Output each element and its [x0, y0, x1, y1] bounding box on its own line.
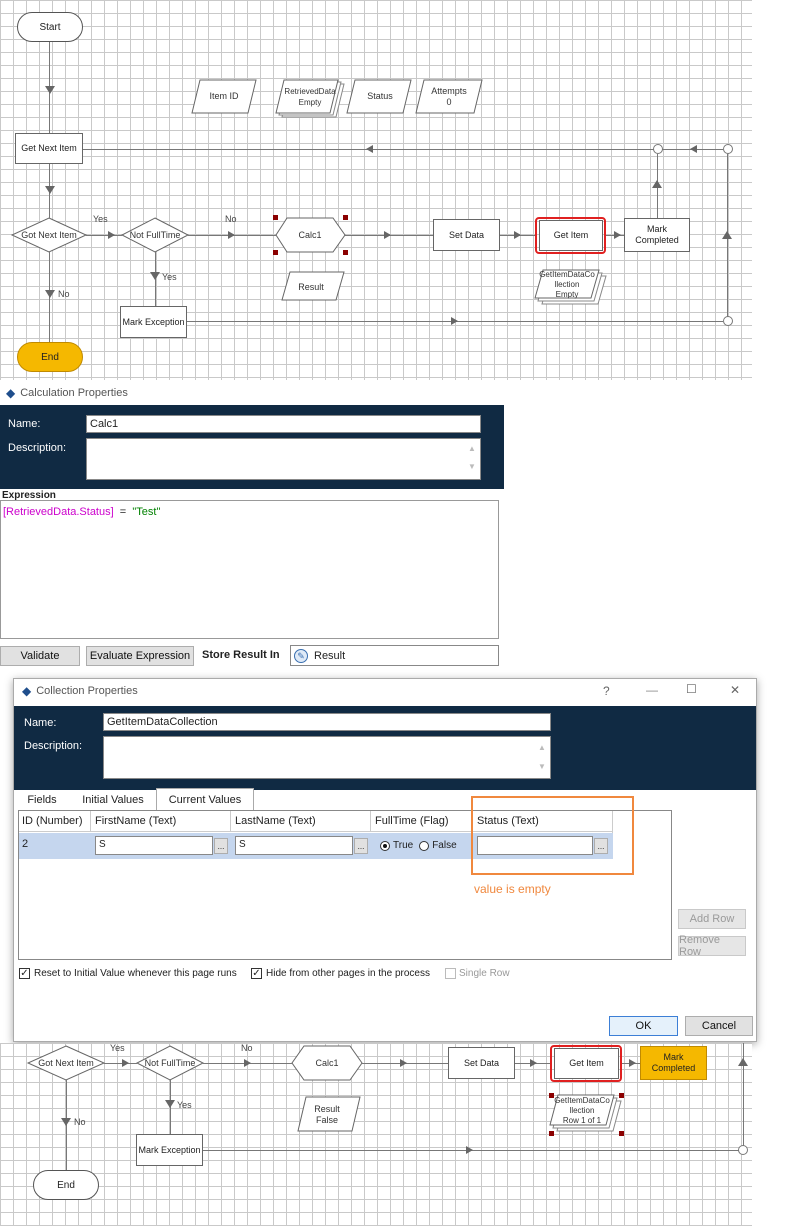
single-row-label: Single Row	[459, 968, 510, 979]
description-scrollbar[interactable]: ▲ ▼	[465, 440, 479, 478]
get-item-data-collection[interactable]: GetItemDataCo llection Empty	[536, 270, 598, 300]
mark-completed-action-2[interactable]: Mark Completed	[640, 1046, 707, 1080]
got-next-item-decision[interactable]: Got Next Item	[12, 230, 86, 241]
minimize-button[interactable]: —	[646, 683, 658, 697]
tab-current-values[interactable]: Current Values	[156, 788, 254, 810]
result-data-2[interactable]: Result False	[300, 1104, 354, 1126]
not-fulltime-decision-2[interactable]: Not FullTime	[137, 1058, 203, 1069]
item-id-data[interactable]: Item ID	[196, 91, 252, 102]
store-result-label: Store Result In	[202, 649, 280, 661]
set-data-action[interactable]: Set Data	[433, 219, 500, 251]
data-item-icon: ✎	[294, 648, 308, 663]
col-firstname-header: FirstName (Text)	[95, 815, 177, 827]
col-lastname-header: LastName (Text)	[235, 815, 316, 827]
status-highlight-annotation	[471, 796, 634, 875]
remove-row-button[interactable]: Remove Row	[678, 934, 746, 958]
tab-initial-values[interactable]: Initial Values	[72, 790, 154, 810]
blueprism-logo-icon: ◆	[6, 386, 16, 400]
set-data-action-2[interactable]: Set Data	[448, 1047, 515, 1079]
get-item-highlight-2	[550, 1045, 622, 1082]
firstname-ellipsis-button[interactable]: ...	[214, 838, 228, 854]
collection-title: ◆ Collection Properties	[22, 684, 138, 698]
hide-from-pages-label: Hide from other pages in the process	[266, 968, 430, 979]
reset-initial-value-label: Reset to Initial Value whenever this pag…	[34, 968, 237, 979]
status-data[interactable]: Status	[352, 91, 408, 102]
firstname-cell-input[interactable]: S	[95, 836, 213, 855]
end-stage[interactable]: End	[17, 342, 83, 372]
collection-description-input[interactable]	[103, 736, 551, 779]
collection-name-input[interactable]: GetItemDataCollection	[103, 713, 551, 731]
validate-button[interactable]: Validate	[0, 646, 80, 666]
close-button[interactable]: ✕	[730, 683, 740, 697]
get-item-data-collection-2[interactable]: GetItemDataCo llection Row 1 of 1	[551, 1096, 613, 1126]
mark-exception-action[interactable]: Mark Exception	[120, 306, 187, 338]
calc-properties-title: ◆ Calculation Properties	[6, 386, 128, 400]
maximize-button[interactable]: ☐	[686, 682, 697, 696]
cancel-button[interactable]: Cancel	[685, 1016, 753, 1036]
add-row-button[interactable]: Add Row	[678, 909, 746, 929]
annotation-text: value is empty	[474, 882, 551, 896]
false-radio[interactable]	[419, 840, 430, 851]
store-result-input[interactable]: ✎ Result	[290, 645, 499, 666]
collection-description-scrollbar[interactable]: ▲ ▼	[535, 738, 549, 778]
calc-description-input[interactable]	[86, 438, 481, 480]
ok-button[interactable]: OK	[609, 1016, 678, 1036]
single-row-checkbox[interactable]	[445, 968, 456, 979]
calc1-stage[interactable]: Calc1	[282, 230, 338, 241]
get-item-highlight	[535, 217, 606, 254]
end-stage-2[interactable]: End	[33, 1170, 99, 1200]
tab-fields[interactable]: Fields	[20, 790, 64, 810]
retrieved-data-collection[interactable]: RetrievedData Empty	[280, 86, 340, 108]
calc-name-input[interactable]: Calc1	[86, 415, 481, 433]
reset-initial-value-checkbox[interactable]: ✓	[19, 968, 30, 979]
col-fulltime-header: FullTime (Flag)	[375, 815, 449, 827]
lastname-ellipsis-button[interactable]: ...	[354, 838, 368, 854]
evaluate-expression-button[interactable]: Evaluate Expression	[86, 646, 194, 666]
row-id-cell: 2	[22, 838, 29, 850]
calc1-stage-2[interactable]: Calc1	[298, 1058, 356, 1069]
not-fulltime-decision[interactable]: Not FullTime	[122, 230, 188, 241]
get-next-item-action[interactable]: Get Next Item	[15, 133, 83, 164]
attempts-data[interactable]: Attempts 0	[420, 86, 478, 108]
help-button[interactable]: ?	[603, 684, 610, 698]
expression-editor[interactable]: [RetrievedData.Status] = "Test"	[0, 500, 499, 639]
got-next-item-decision-2[interactable]: Got Next Item	[28, 1058, 104, 1069]
true-radio[interactable]	[380, 840, 390, 851]
lastname-cell-input[interactable]: S	[235, 836, 353, 855]
blueprism-logo-icon: ◆	[22, 684, 32, 698]
hide-from-pages-checkbox[interactable]: ✓	[251, 968, 262, 979]
result-data[interactable]: Result	[284, 282, 338, 293]
col-id-header: ID (Number)	[22, 815, 83, 827]
fulltime-flag-cell: True False	[380, 840, 457, 851]
mark-completed-action[interactable]: Mark Completed	[624, 218, 690, 252]
mark-exception-action-2[interactable]: Mark Exception	[136, 1134, 203, 1166]
